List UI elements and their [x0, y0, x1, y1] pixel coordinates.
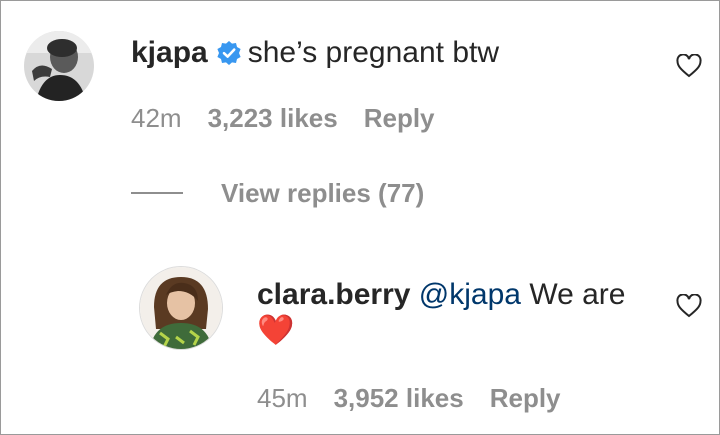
comment-body: she’s pregnant btw	[247, 36, 499, 69]
like-heart-icon[interactable]	[676, 293, 702, 323]
comment-time: 45m	[257, 383, 308, 413]
view-replies-button[interactable]: View replies (77)	[131, 177, 424, 209]
avatar-kjapa[interactable]	[24, 31, 94, 101]
red-heart-emoji: ❤️	[257, 314, 295, 347]
likes-count[interactable]: 3,223 likes	[208, 103, 338, 133]
reply-button[interactable]: Reply	[364, 103, 435, 133]
comment-text-line: clara.berry @kjapa We are	[257, 277, 625, 313]
mention-link[interactable]: @kjapa	[419, 278, 521, 311]
comment-meta: 42m 3,223 likes Reply	[131, 103, 461, 133]
comment-text-line-2: ❤️	[257, 313, 294, 349]
view-replies-label: View replies (77)	[221, 177, 425, 208]
comment-time: 42m	[131, 103, 182, 133]
reply-button[interactable]: Reply	[490, 383, 561, 413]
replies-divider	[131, 192, 183, 194]
comment-username[interactable]: kjapa	[131, 36, 208, 69]
comment-body: We are	[529, 278, 626, 311]
verified-badge-icon	[216, 39, 242, 75]
like-heart-icon[interactable]	[676, 53, 702, 83]
comment-username[interactable]: clara.berry	[257, 278, 410, 311]
likes-count[interactable]: 3,952 likes	[334, 383, 464, 413]
comment-meta: 45m 3,952 likes Reply	[257, 383, 587, 413]
avatar-clara-berry[interactable]	[140, 267, 222, 349]
comment-text-line: kjapa she’s pregnant btw	[131, 35, 499, 75]
